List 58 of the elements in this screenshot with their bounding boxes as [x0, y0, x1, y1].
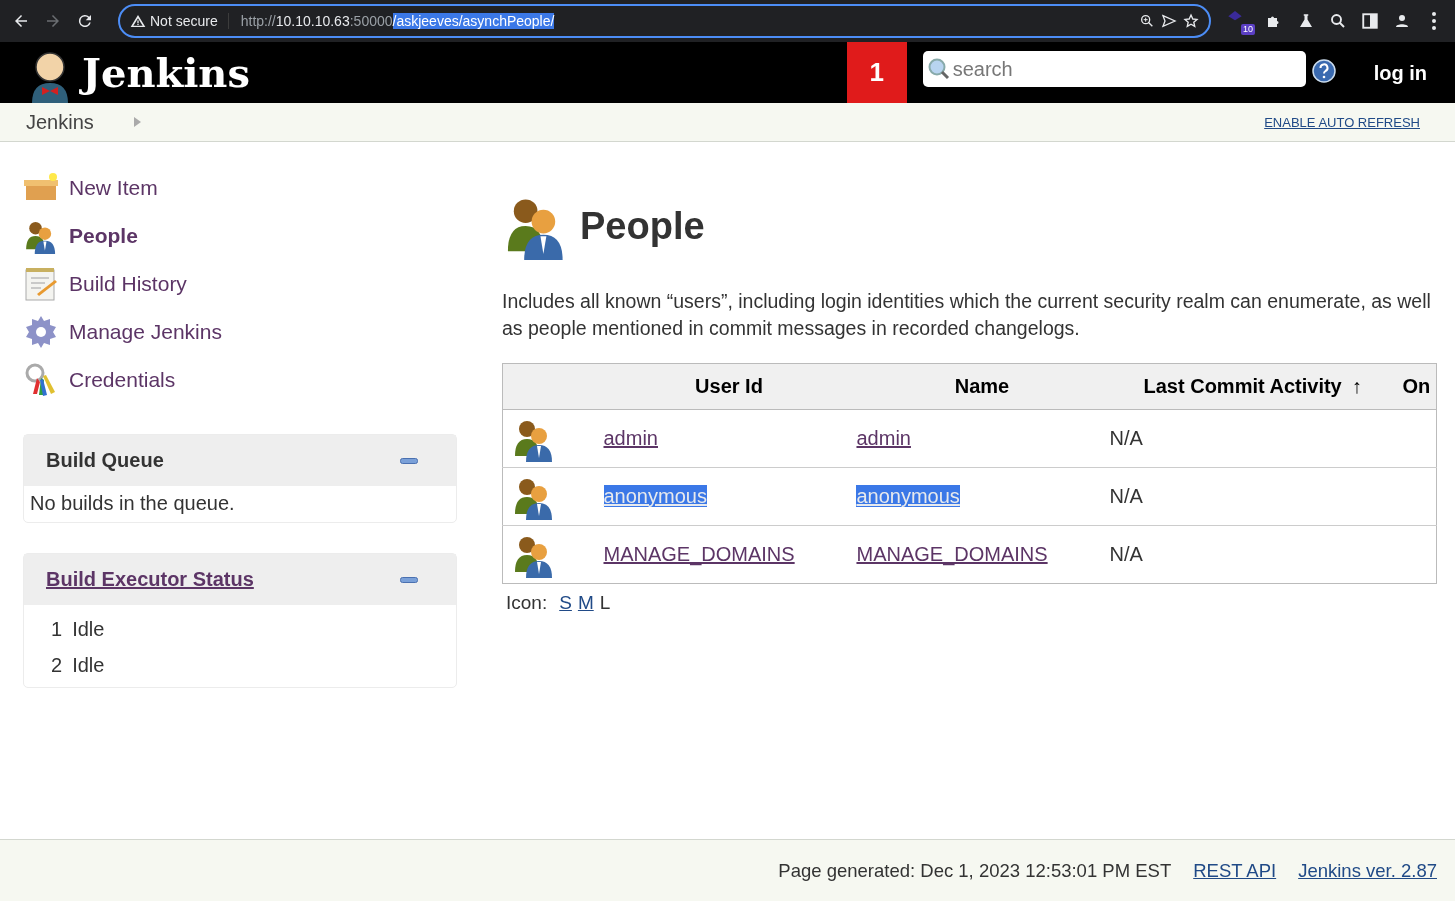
- page-description: Includes all known “users”, including login identities which the current security realm can enumerate, as well as people mentioned in commit messages in recorded changelogs.: [502, 289, 1432, 341]
- executor-status: Idle: [72, 617, 105, 641]
- column-header[interactable]: Last Commit Activity ↑: [1108, 363, 1397, 410]
- icon-size-current: L: [599, 592, 611, 614]
- breadcrumb-link[interactable]: Jenkins: [26, 110, 94, 134]
- send-icon: [1161, 13, 1177, 29]
- sidebar-link[interactable]: Manage Jenkins: [23, 308, 222, 356]
- flask-icon: [1297, 12, 1315, 30]
- user-id-link[interactable]: admin: [603, 427, 658, 449]
- icon-size-label: Icon:: [506, 592, 548, 614]
- panel-title: Build Queue: [46, 449, 164, 472]
- footer-link[interactable]: REST API: [1193, 859, 1277, 882]
- sort-indicator: ↑: [1351, 375, 1362, 397]
- icon-size-link[interactable]: M: [577, 592, 594, 614]
- column-header[interactable]: On: [1396, 363, 1437, 410]
- menu-icon: [1432, 12, 1436, 30]
- page-generated-text: Page generated: Dec 1, 2023 12:53:01 PM EST: [778, 859, 1172, 882]
- sidebar-link[interactable]: New Item: [23, 164, 158, 212]
- user-name-link[interactable]: MANAGE_DOMAINS: [856, 543, 1048, 565]
- help-icon[interactable]: [1311, 59, 1336, 83]
- login-link[interactable]: log in: [1373, 62, 1427, 103]
- search-icon: [1329, 12, 1347, 30]
- user-name-link[interactable]: admin: [856, 427, 911, 449]
- warning-icon: [130, 13, 146, 29]
- queue-message: No builds in the queue.: [29, 491, 236, 516]
- sidebar-link[interactable]: People: [23, 212, 138, 260]
- collapse-icon[interactable]: [400, 457, 418, 464]
- notification-count[interactable]: 1: [846, 42, 907, 103]
- notepad-icon: [23, 266, 59, 302]
- auto-refresh-link[interactable]: ENABLE AUTO REFRESH: [1264, 114, 1420, 130]
- security-indicator[interactable]: Not secure: [130, 13, 229, 29]
- table-cell: N/A: [1108, 467, 1397, 526]
- page-title: People: [580, 204, 705, 248]
- collapse-icon[interactable]: [400, 576, 418, 583]
- search-field[interactable]: search: [922, 51, 1306, 87]
- sidebar-link[interactable]: Credentials: [23, 356, 176, 404]
- zoom-icon: [1139, 13, 1155, 29]
- profile-icon: [1393, 12, 1411, 30]
- extension-badge: 10: [1241, 24, 1255, 35]
- column-header[interactable]: Name: [855, 363, 1109, 410]
- reload-icon: [76, 12, 94, 30]
- executor-status: Idle: [72, 653, 105, 677]
- extension-icon[interactable]: 10: [1227, 7, 1255, 35]
- side-panel-icon: [1361, 12, 1379, 30]
- panel-title-link[interactable]: Build Executor Status: [46, 568, 254, 591]
- footer-link[interactable]: Jenkins ver. 2.87: [1298, 859, 1437, 882]
- table-cell: N/A: [1108, 409, 1397, 468]
- breadcrumb-arrow-icon: [133, 117, 141, 127]
- star-icon: [1183, 13, 1199, 29]
- forward-icon: [44, 12, 62, 30]
- table-cell: N/A: [1108, 525, 1397, 584]
- executor-number: 2: [51, 653, 63, 677]
- icon-size-link[interactable]: S: [559, 592, 572, 614]
- executor-number: 1: [51, 617, 63, 641]
- sidebar-link[interactable]: Build History: [23, 260, 187, 308]
- user-id-link[interactable]: MANAGE_DOMAINS: [603, 543, 795, 565]
- column-header[interactable]: User Id: [602, 363, 856, 410]
- gear-icon: [23, 314, 59, 350]
